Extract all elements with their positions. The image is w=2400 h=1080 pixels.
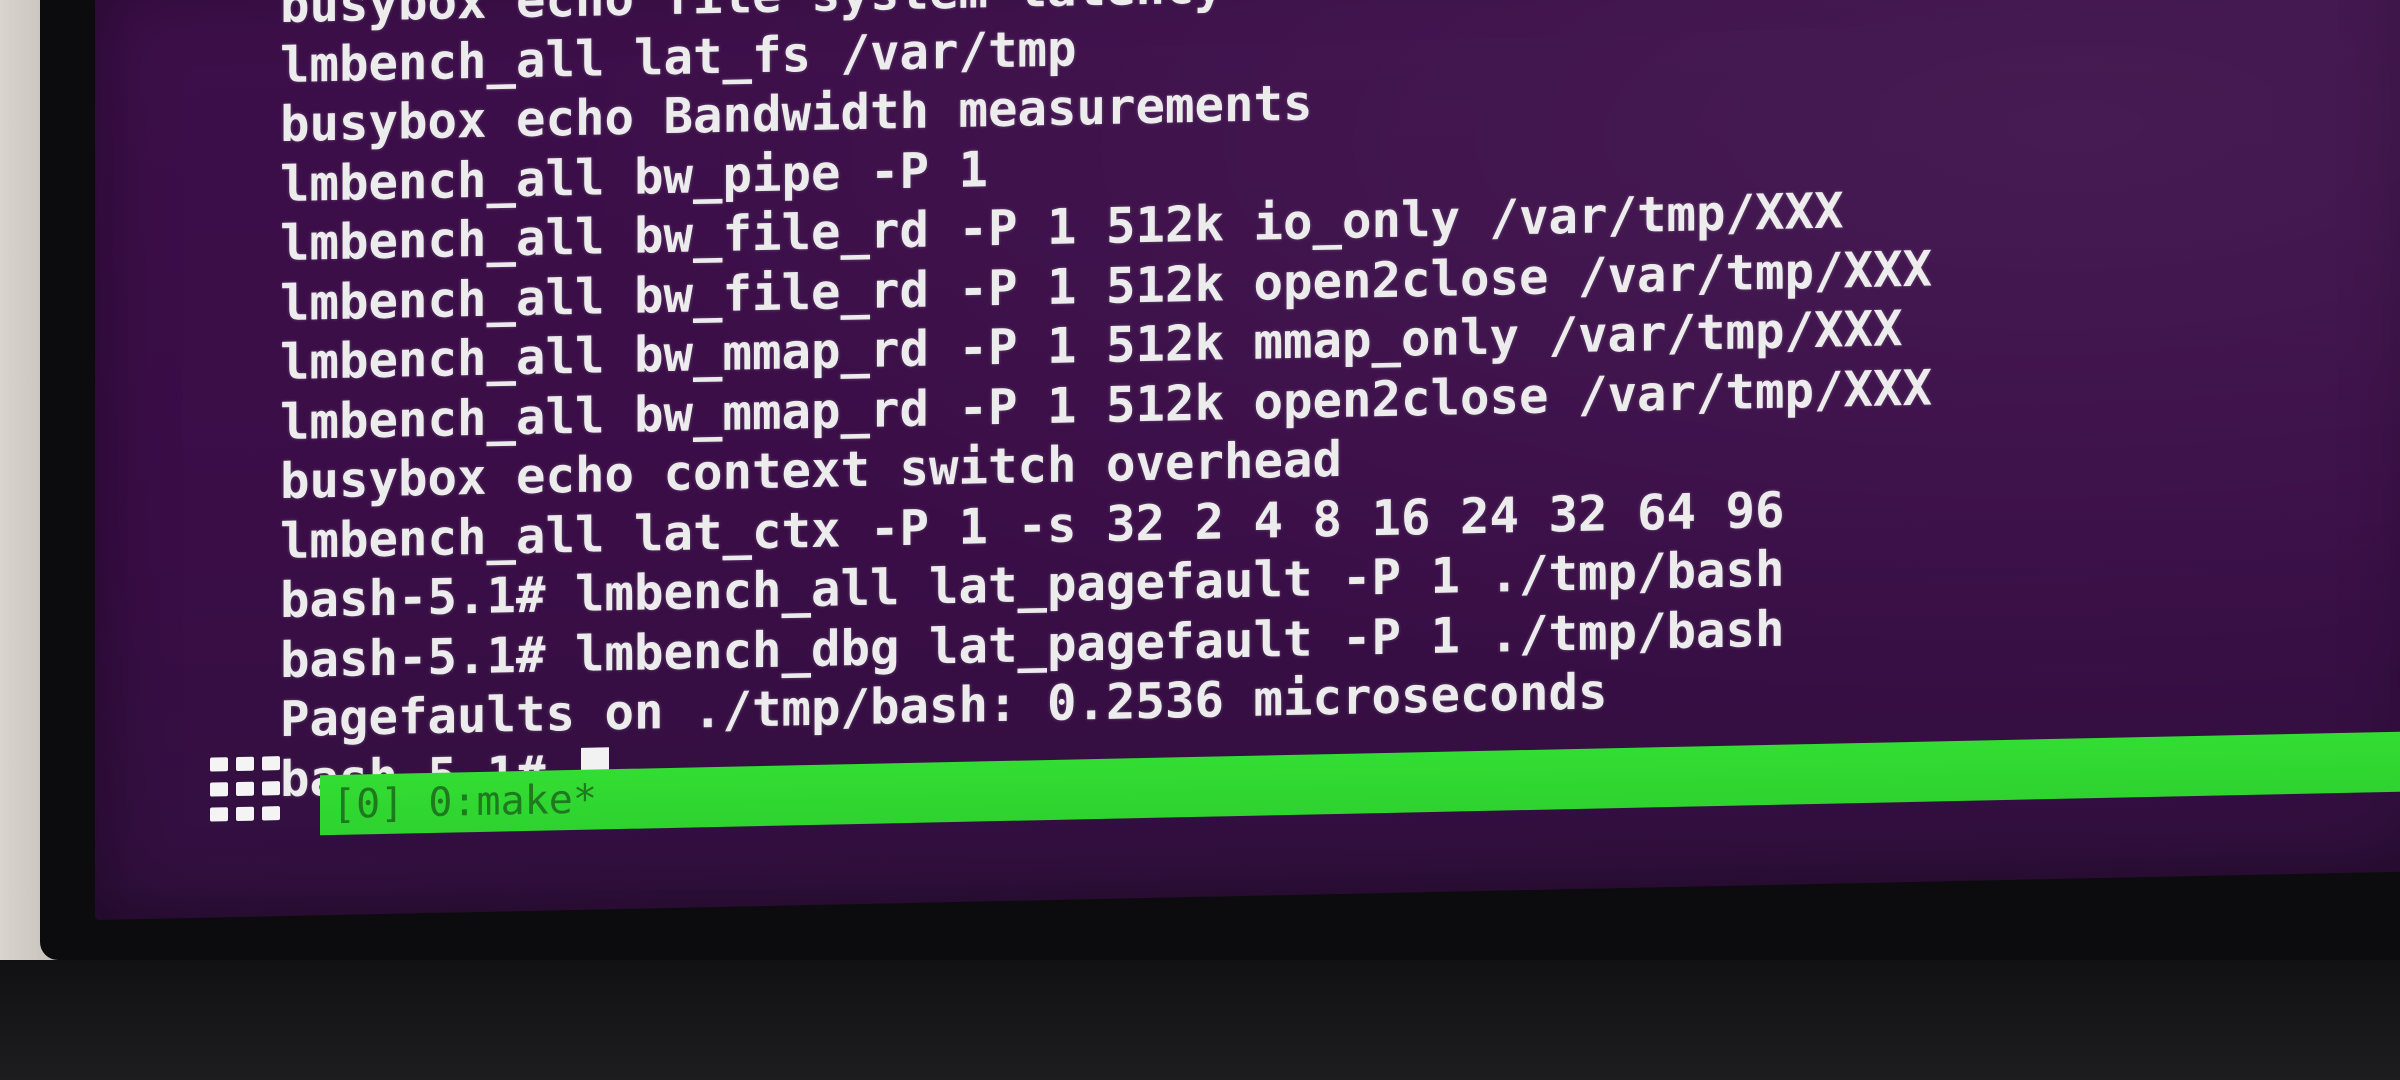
desk-shadow xyxy=(0,960,2400,1080)
photo: busybox echo file system latency lmbench… xyxy=(0,0,2400,1080)
grid-icon-dot xyxy=(236,781,254,797)
grid-icon-dot xyxy=(262,756,280,771)
grid-icon-dot xyxy=(210,807,228,822)
grid-icon-dot xyxy=(262,806,280,821)
grid-icon[interactable] xyxy=(210,756,285,833)
grid-icon-dot xyxy=(236,806,254,822)
grid-icon-dot xyxy=(236,756,254,772)
grid-icon-dot xyxy=(210,757,228,772)
grid-icon-dot xyxy=(210,782,228,797)
terminal-screen: busybox echo file system latency lmbench… xyxy=(95,0,2400,920)
grid-icon-dot xyxy=(262,781,280,796)
terminal-output[interactable]: busybox echo file system latency lmbench… xyxy=(280,0,2380,809)
